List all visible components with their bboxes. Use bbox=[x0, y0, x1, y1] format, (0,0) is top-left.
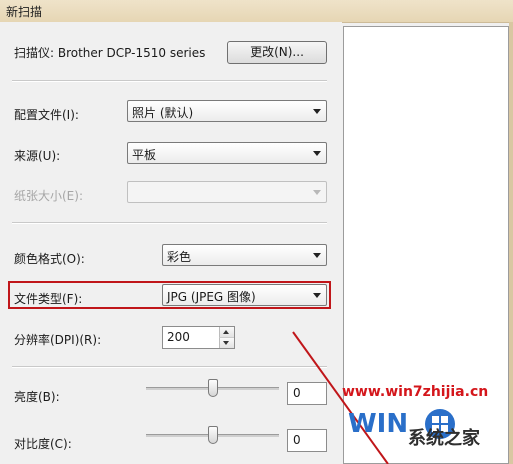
watermark-logo-letters: WIN bbox=[348, 409, 408, 439]
watermark-url: www.win7zhijia.cn bbox=[342, 384, 489, 400]
watermark-site-name: 系统之家 bbox=[408, 428, 480, 449]
